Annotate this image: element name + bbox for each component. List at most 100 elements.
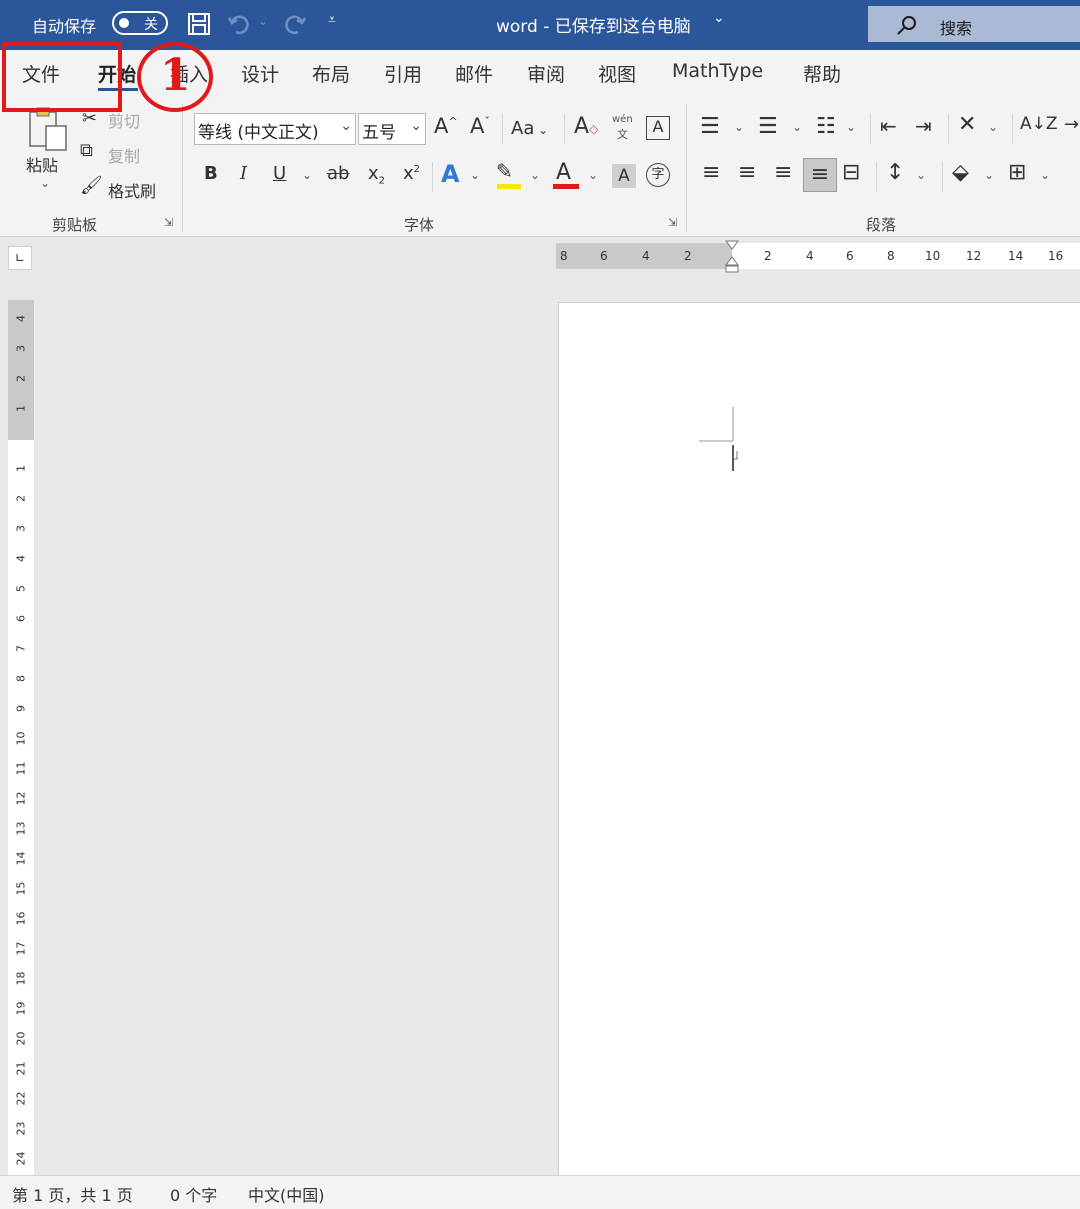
title-dropdown-icon[interactable]: ⌄ xyxy=(713,10,725,26)
save-icon[interactable] xyxy=(187,12,211,36)
tab-mailings[interactable]: 邮件 xyxy=(455,60,493,87)
tab-references[interactable]: 引用 xyxy=(384,60,422,87)
phonetic-guide-icon[interactable]: 文 xyxy=(617,126,628,142)
copy-icon[interactable]: ⧉ xyxy=(80,140,93,161)
subscript-button[interactable]: x2 xyxy=(368,163,385,187)
ruler-label: 4 xyxy=(642,249,650,263)
vertical-ruler[interactable]: 4 3 2 1 1 2 3 4 5 6 7 8 9 10 11 12 13 14… xyxy=(8,300,34,1175)
change-case-icon[interactable]: Aa ⌄ xyxy=(511,118,548,139)
align-left-icon[interactable]: ≡ xyxy=(702,160,720,185)
page-count[interactable]: 第 1 页，共 1 页 xyxy=(12,1182,133,1206)
undo-icon[interactable] xyxy=(228,12,254,36)
sort-icon[interactable]: A↓Z xyxy=(1020,114,1058,134)
clipboard-group-label: 剪贴板 xyxy=(52,216,98,234)
enclose-characters-icon[interactable]: 字 xyxy=(646,163,670,187)
superscript-button[interactable]: x2 xyxy=(403,163,420,184)
multilevel-list-icon[interactable]: ☷ xyxy=(816,114,836,139)
align-center-icon[interactable]: ≡ xyxy=(738,160,756,185)
paragraph-group-label: 段落 xyxy=(866,216,897,234)
strikethrough-button[interactable]: ab xyxy=(327,163,349,184)
redo-icon[interactable] xyxy=(282,12,308,36)
document-title: word - 已保存到这台电脑 xyxy=(496,17,691,37)
bullets-icon[interactable]: ☰ xyxy=(700,114,720,139)
paste-icon[interactable] xyxy=(26,106,70,154)
font-name-select[interactable]: 等线 (中文正文) ⌄ xyxy=(194,113,356,145)
ruler-label: 13 xyxy=(14,821,28,836)
tab-view[interactable]: 视图 xyxy=(598,60,636,87)
clipboard-launcher-icon[interactable]: ⇲ xyxy=(164,216,173,229)
borders-icon[interactable]: ⊞ xyxy=(1008,160,1026,185)
toggle-knob xyxy=(119,18,129,28)
tab-selector-button[interactable]: ∟ xyxy=(8,246,32,270)
horizontal-ruler[interactable]: 8 6 4 2 2 4 6 8 10 12 14 16 xyxy=(556,240,1080,273)
autosave-toggle[interactable]: 关 xyxy=(112,11,168,35)
tab-help[interactable]: 帮助 xyxy=(803,60,841,87)
align-right-icon[interactable]: ≡ xyxy=(774,160,792,185)
tab-design[interactable]: 设计 xyxy=(241,60,279,87)
borders-dropdown-icon[interactable]: ⌄ xyxy=(1040,168,1050,182)
font-name-value: 等线 (中文正文) xyxy=(198,123,319,143)
highlight-dropdown-icon[interactable]: ⌄ xyxy=(530,168,540,182)
undo-dropdown-icon[interactable]: ⌄ xyxy=(258,14,268,28)
chevron-down-icon: ⌄ xyxy=(410,118,422,134)
bold-button[interactable]: B xyxy=(204,163,218,184)
tab-mathtype[interactable]: MathType xyxy=(672,60,763,82)
ruler-label: 12 xyxy=(966,249,982,263)
numbering-dropdown-icon[interactable]: ⌄ xyxy=(792,120,802,134)
phonetic-guide-top[interactable]: wén xyxy=(612,114,633,125)
distributed-icon[interactable]: ⊟ xyxy=(842,160,860,185)
text-effects-dropdown-icon[interactable]: ⌄ xyxy=(470,168,480,182)
line-spacing-dropdown-icon[interactable]: ⌄ xyxy=(916,168,926,182)
line-spacing-icon[interactable]: ↕ xyxy=(886,160,904,185)
document-page[interactable] xyxy=(558,302,1080,1175)
indent-marker-icon[interactable] xyxy=(724,240,740,274)
bullets-dropdown-icon[interactable]: ⌄ xyxy=(734,120,744,134)
font-size-select[interactable]: 五号 ⌄ xyxy=(358,113,426,145)
shading-icon[interactable]: ⬙ xyxy=(952,160,969,185)
character-border-icon[interactable]: A xyxy=(646,116,670,140)
font-group-label: 字体 xyxy=(404,216,435,234)
clear-formatting-icon[interactable]: A◇ xyxy=(574,114,598,139)
character-shading-icon[interactable]: A xyxy=(612,164,636,188)
group-separator xyxy=(182,104,183,232)
text-effects-icon[interactable]: A xyxy=(441,160,460,188)
shading-dropdown-icon[interactable]: ⌄ xyxy=(984,168,994,182)
ruler-label: 3 xyxy=(14,345,28,352)
font-color-dropdown-icon[interactable]: ⌄ xyxy=(588,168,598,182)
paste-label[interactable]: 粘贴 xyxy=(26,152,58,176)
chinese-layout-dropdown-icon[interactable]: ⌄ xyxy=(988,120,998,134)
paste-dropdown-icon[interactable]: ⌄ xyxy=(40,176,50,190)
language-indicator[interactable]: 中文(中国) xyxy=(248,1182,325,1206)
tab-review[interactable]: 审阅 xyxy=(527,60,565,87)
underline-button[interactable]: U xyxy=(273,163,286,184)
word-count[interactable]: 0 个字 xyxy=(170,1182,217,1206)
underline-dropdown-icon[interactable]: ⌄ xyxy=(302,168,312,182)
format-painter-icon[interactable]: 🖌 xyxy=(80,175,103,196)
multilevel-dropdown-icon[interactable]: ⌄ xyxy=(846,120,856,134)
ruler-label: 8 xyxy=(14,675,28,682)
title-bar: 自动保存 关 ⌄ ⩡ word - 已保存到这台电脑 ⌄ 搜索 xyxy=(0,0,1080,50)
font-color-icon[interactable]: A xyxy=(556,160,571,185)
chinese-layout-icon[interactable]: ✕ xyxy=(958,112,976,137)
highlight-icon[interactable]: ✎ xyxy=(496,159,513,183)
ruler-label: 10 xyxy=(14,731,28,746)
grow-font-icon[interactable]: A^ xyxy=(434,114,458,138)
ruler-label: 2 xyxy=(14,375,28,382)
group-separator xyxy=(686,104,687,232)
italic-button[interactable]: I xyxy=(240,163,247,184)
numbering-icon[interactable]: ☰ xyxy=(758,114,778,139)
font-launcher-icon[interactable]: ⇲ xyxy=(668,216,677,229)
justify-icon[interactable]: ≡ xyxy=(803,158,837,192)
increase-indent-icon[interactable]: ⇥ xyxy=(915,114,932,138)
format-painter-label[interactable]: 格式刷 xyxy=(108,178,156,202)
copy-label[interactable]: 复制 xyxy=(108,143,140,167)
ruler-label: 10 xyxy=(925,249,941,263)
customize-toolbar-icon[interactable]: ⩡ xyxy=(328,12,336,28)
ruler-label: 18 xyxy=(14,971,28,986)
search-box[interactable]: 搜索 xyxy=(868,6,1080,42)
separator xyxy=(502,114,503,144)
shrink-font-icon[interactable]: Aˇ xyxy=(470,114,490,138)
show-formatting-icon[interactable]: → xyxy=(1064,114,1079,135)
decrease-indent-icon[interactable]: ⇤ xyxy=(880,114,897,138)
tab-layout[interactable]: 布局 xyxy=(312,60,350,87)
